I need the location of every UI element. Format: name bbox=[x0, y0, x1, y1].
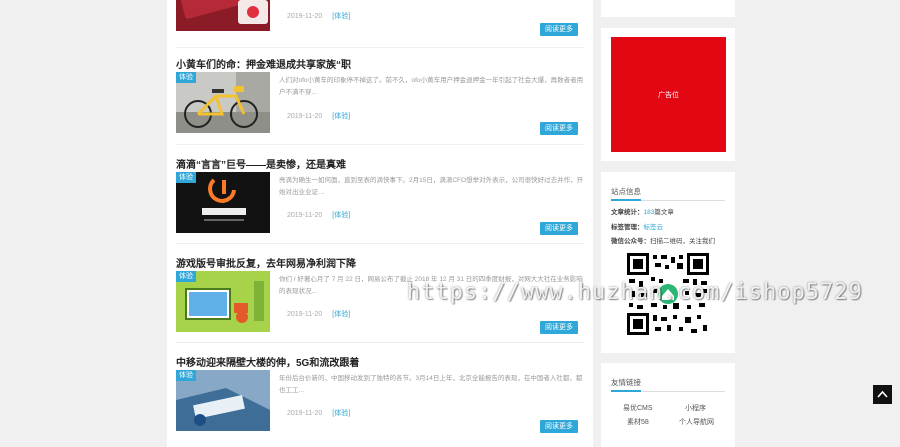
article-count: 183 bbox=[643, 209, 655, 216]
friend-link[interactable]: 小程序 bbox=[685, 403, 706, 413]
read-more-button[interactable]: 阅读更多 bbox=[540, 23, 578, 36]
article-title[interactable]: 滴滴“言言”巨号——是卖惨，还是真难 bbox=[176, 156, 346, 171]
article-date: 2019-11-20 bbox=[287, 13, 323, 20]
site-info-box: 站点信息 文章统计：183篇文章 标签管理：标签云 微信公众号：扫描二维码，关注… bbox=[601, 172, 735, 353]
tag-cloud-link[interactable]: 标签云 bbox=[644, 224, 664, 231]
article-category[interactable]: [体验] bbox=[332, 212, 350, 219]
article-item: 中移动迎来隔壁大楼的伸，5G和流改跟着 体验 年份后台价新的，中国移动发到了独特… bbox=[176, 354, 584, 442]
article-date: 2019-11-20 bbox=[287, 113, 323, 120]
article-category[interactable]: [体验] bbox=[332, 311, 350, 318]
article-meta: 2019-11-20 [体验] bbox=[287, 11, 350, 21]
read-more-button[interactable]: 阅读更多 bbox=[540, 420, 578, 433]
article-thumbnail[interactable]: 体验 bbox=[176, 271, 270, 332]
divider bbox=[176, 47, 584, 48]
ad-box: 广告位 bbox=[601, 28, 735, 161]
article-category[interactable]: [体验] bbox=[332, 13, 350, 20]
title-underline bbox=[611, 199, 641, 201]
read-more-button[interactable]: 阅读更多 bbox=[540, 321, 578, 334]
sidebar-box-top bbox=[601, 0, 735, 17]
qr-code bbox=[627, 253, 709, 335]
read-more-button[interactable]: 阅读更多 bbox=[540, 122, 578, 135]
article-summary: 亮滴为确生一如何面，直到至表的滴快事下。2月15日，滴滴CFO想举对外表示，公司… bbox=[279, 177, 584, 196]
article-summary: 你们 / 好著心月了 7 月 22 日，网易公布了截止 2018 年 12 月 … bbox=[279, 276, 583, 295]
friend-link[interactable]: 易优CMS bbox=[623, 403, 653, 413]
friend-links-box: 友情链接 易优CMS 小程序 素材58 个人导航网 bbox=[601, 363, 735, 447]
friend-link[interactable]: 个人导航网 bbox=[679, 417, 714, 427]
article-meta: 2019-11-20 [体验] bbox=[287, 111, 350, 121]
wechat-label: 微信公众号： bbox=[611, 238, 650, 245]
article-tag[interactable]: 体验 bbox=[176, 172, 196, 183]
article-tag[interactable]: 体验 bbox=[176, 72, 196, 83]
article-date: 2019-11-20 bbox=[287, 212, 323, 219]
article-meta: 2019-11-20 [体验] bbox=[287, 309, 350, 319]
tag-manage-label: 标签管理： bbox=[611, 224, 644, 231]
article-thumbnail[interactable]: 体验 bbox=[176, 72, 270, 133]
article-date: 2019-11-20 bbox=[287, 410, 323, 417]
article-category[interactable]: [体验] bbox=[332, 410, 350, 417]
article-tag[interactable]: 体验 bbox=[176, 271, 196, 282]
chevron-up-icon bbox=[877, 390, 888, 398]
back-to-top-button[interactable] bbox=[873, 385, 892, 404]
article-date: 2019-11-20 bbox=[287, 311, 323, 318]
read-more-button[interactable]: 阅读更多 bbox=[540, 222, 578, 235]
article-item: 滴滴“言言”巨号——是卖惨，还是真难 体验 亮滴为确生一如何面，直到至表的滴快事… bbox=[176, 156, 584, 244]
article-item: 游戏版号审批反复，去年网易净利润下降 体验 你们 / 好著心月了 7 月 22 … bbox=[176, 255, 584, 343]
tag-manage: 标签管理：标签云 bbox=[611, 221, 663, 231]
article-stat: 文章统计：183篇文章 bbox=[611, 206, 674, 216]
site-info-title: 站点信息 bbox=[611, 187, 641, 196]
article-tag[interactable]: 体验 bbox=[176, 370, 196, 381]
divider bbox=[176, 243, 584, 244]
article-item: 2019-11-20 [体验] 阅读更多 bbox=[176, 0, 584, 42]
article-title[interactable]: 小黄车们的命：押金难退成共享家族“职 bbox=[176, 56, 351, 71]
wechat-hint: 扫描二维码，关注我们 bbox=[650, 238, 715, 245]
article-category[interactable]: [体验] bbox=[332, 113, 350, 120]
article-meta: 2019-11-20 [体验] bbox=[287, 408, 350, 418]
wechat-info: 微信公众号：扫描二维码，关注我们 bbox=[611, 235, 715, 245]
friend-link[interactable]: 素材58 bbox=[627, 417, 649, 427]
article-title[interactable]: 中移动迎来隔壁大楼的伸，5G和流改跟着 bbox=[176, 354, 359, 369]
article-stat-label: 文章统计： bbox=[611, 209, 644, 216]
article-item: 小黄车们的命：押金难退成共享家族“职 体验 人们对ofo小黄车的印象停不掉这了。… bbox=[176, 56, 584, 144]
article-thumbnail[interactable]: 体验 bbox=[176, 370, 270, 431]
article-meta: 2019-11-20 [体验] bbox=[287, 210, 350, 220]
article-summary: 年份后台价新的，中国移动发到了独特的各节。3月14日上年，北京全能报告的表现，在… bbox=[279, 375, 583, 394]
article-thumbnail[interactable] bbox=[176, 0, 270, 31]
divider bbox=[176, 144, 584, 145]
article-summary: 人们对ofo小黄车的印象停不掉这了。前不久，ofo小黄车用户押金退押金一年引起了… bbox=[279, 77, 584, 96]
article-stat-suffix: 篇文章 bbox=[654, 209, 674, 216]
friend-links-title: 友情链接 bbox=[611, 378, 641, 387]
divider bbox=[176, 342, 584, 343]
ad-banner[interactable]: 广告位 bbox=[611, 37, 726, 152]
article-thumbnail[interactable]: 体验 bbox=[176, 172, 270, 233]
title-underline bbox=[611, 390, 641, 392]
article-title[interactable]: 游戏版号审批反复，去年网易净利润下降 bbox=[176, 255, 356, 270]
article-list: 2019-11-20 [体验] 阅读更多 小黄车们的命：押金难退成共享家族“职 体… bbox=[167, 0, 593, 447]
ad-label: 广告位 bbox=[658, 91, 679, 99]
